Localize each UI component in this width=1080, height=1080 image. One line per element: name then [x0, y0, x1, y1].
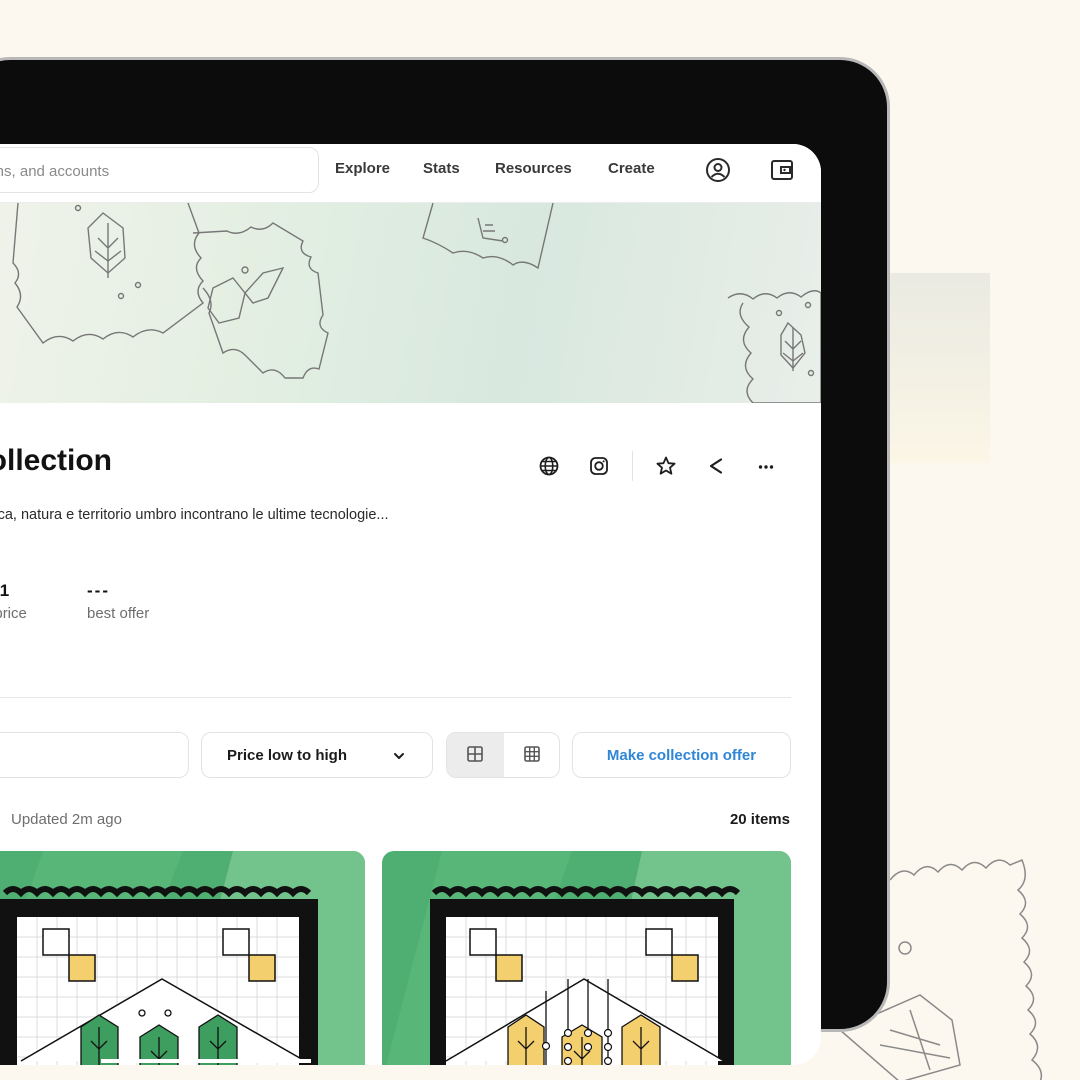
- app-screen: ections, and accounts Explore Stats Reso…: [0, 144, 821, 1065]
- star-icon[interactable]: [655, 455, 677, 477]
- best-offer-label: best offer: [87, 605, 150, 622]
- view-mode-toggle: [446, 732, 560, 778]
- floor-price-label: floor price: [0, 605, 27, 622]
- search-input[interactable]: ections, and accounts: [0, 147, 319, 193]
- large-grid-icon: [467, 746, 483, 762]
- sort-dropdown[interactable]: Price low to high: [201, 732, 433, 778]
- collection-title: Collection: [0, 444, 113, 477]
- best-offer-value: ---: [87, 581, 110, 600]
- chevron-down-icon: [394, 753, 404, 759]
- instagram-icon[interactable]: [588, 455, 610, 477]
- items-count: 20 items: [729, 811, 790, 828]
- top-navigation: ections, and accounts Explore Stats Reso…: [0, 144, 821, 203]
- nft-card[interactable]: [0, 851, 365, 1065]
- stamp-illustration: [12, 203, 821, 403]
- nav-link-resources[interactable]: Resources: [495, 160, 572, 177]
- large-grid-button[interactable]: [447, 733, 504, 777]
- action-divider: [632, 451, 633, 481]
- nft-artwork-green: [0, 851, 365, 1065]
- globe-icon[interactable]: [538, 455, 560, 477]
- collection-description: Musica, natura e territorio umbro incont…: [0, 507, 389, 523]
- background-panel: [880, 273, 990, 463]
- tablet-device-frame: ections, and accounts Explore Stats Reso…: [0, 57, 890, 1065]
- collection-banner: [0, 203, 821, 403]
- nav-link-create[interactable]: Create: [608, 160, 655, 177]
- nft-card[interactable]: [382, 851, 791, 1065]
- search-placeholder: ections, and accounts: [0, 163, 110, 180]
- make-collection-offer-button[interactable]: Make collection offer: [572, 732, 791, 778]
- wallet-icon[interactable]: [769, 157, 795, 183]
- item-search-input[interactable]: [0, 732, 189, 778]
- profile-icon[interactable]: [705, 157, 731, 183]
- more-icon[interactable]: [755, 455, 777, 477]
- updated-timestamp: Updated 2m ago: [11, 811, 122, 828]
- nav-link-explore[interactable]: Explore: [335, 160, 390, 177]
- small-grid-icon: [524, 746, 540, 762]
- small-grid-button[interactable]: [504, 733, 559, 777]
- nav-link-stats[interactable]: Stats: [423, 160, 460, 177]
- section-divider: [0, 697, 791, 698]
- nft-artwork-yellow: [382, 851, 791, 1065]
- make-collection-offer-label: Make collection offer: [606, 747, 757, 764]
- share-icon[interactable]: [705, 455, 727, 477]
- floor-price-value: 0.11: [0, 581, 10, 600]
- sort-label: Price low to high: [227, 747, 348, 764]
